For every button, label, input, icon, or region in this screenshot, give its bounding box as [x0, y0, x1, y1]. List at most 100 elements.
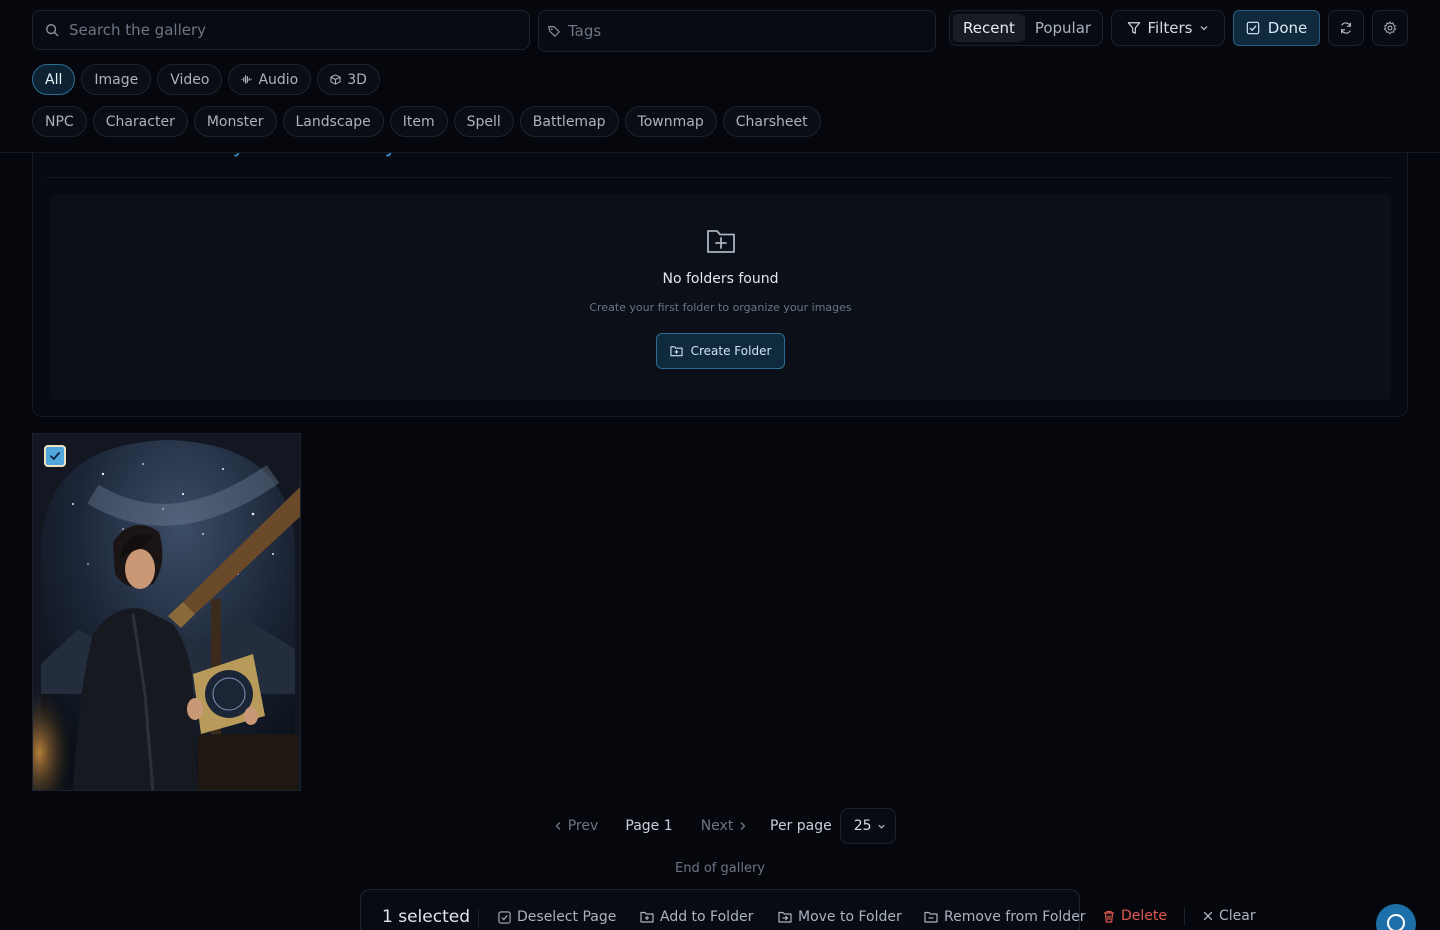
chip-monster[interactable]: Monster — [193, 106, 277, 137]
checkbox-icon — [498, 910, 511, 924]
chip-label: 3D — [347, 71, 367, 88]
astronomer-artwork — [33, 434, 300, 790]
filters-button[interactable]: Filters — [1111, 10, 1225, 46]
chip-charsheet[interactable]: Charsheet — [722, 106, 821, 137]
add-to-folder-button[interactable]: Add to Folder — [640, 909, 753, 925]
chip-battlemap[interactable]: Battlemap — [519, 106, 619, 137]
per-page-select[interactable]: 25 — [839, 808, 896, 844]
refresh-button[interactable] — [1328, 10, 1364, 46]
empty-subtitle: Create your first folder to organize you… — [589, 301, 852, 314]
delete-button[interactable]: Delete — [1103, 908, 1167, 924]
divider — [1184, 908, 1185, 926]
filters-label: Filters — [1147, 19, 1193, 37]
divider — [478, 909, 479, 927]
chevron-left-icon — [555, 822, 561, 830]
gallery-image-card[interactable] — [32, 433, 301, 791]
chip-item[interactable]: Item — [389, 106, 448, 137]
checkbox-icon — [1246, 21, 1260, 35]
divider — [46, 177, 1390, 178]
folder-plus-icon — [640, 911, 654, 923]
chevron-down-icon — [1200, 26, 1208, 31]
empty-title: No folders found — [662, 271, 779, 287]
chip-label: Video — [170, 71, 210, 88]
per-page-value: 25 — [853, 818, 872, 834]
filter-icon — [1127, 22, 1140, 34]
folder-plus-icon — [669, 346, 683, 357]
chip-label: Charsheet — [735, 113, 808, 130]
deselect-page-button[interactable]: Deselect Page — [498, 909, 616, 925]
sort-toggle: Recent Popular — [949, 10, 1103, 46]
prev-button[interactable]: Prev — [540, 818, 612, 834]
chip-label: Monster — [206, 113, 264, 130]
chip-label: Battlemap — [532, 113, 606, 130]
chip-label: Landscape — [295, 113, 371, 130]
chip-3d[interactable]: 3D — [317, 64, 380, 95]
trash-icon — [1104, 910, 1114, 923]
move-to-folder-label: Move to Folder — [798, 909, 902, 925]
close-icon — [1203, 911, 1213, 921]
chevron-right-icon — [740, 822, 746, 830]
chip-label: Character — [105, 113, 175, 130]
chip-label: NPC — [45, 113, 74, 130]
chip-audio[interactable]: Audio — [228, 64, 312, 95]
next-button[interactable]: Next — [686, 818, 762, 834]
search-placeholder: Search the gallery — [69, 21, 207, 39]
check-icon — [50, 452, 60, 460]
folders-empty-state: No folders found Create your first folde… — [50, 194, 1391, 400]
selected-count: 1 selected — [382, 907, 470, 927]
chip-all[interactable]: All — [32, 64, 76, 95]
per-page-label: Per page — [770, 818, 832, 834]
chat-launcher-button[interactable] — [1376, 904, 1416, 930]
folder-panel: Home › Academy Evidence 30 Jul 2025 No f… — [32, 120, 1408, 417]
end-of-gallery-text: End of gallery — [675, 861, 765, 876]
chip-label: Spell — [466, 113, 501, 130]
chip-image[interactable]: Image — [81, 64, 152, 95]
add-to-folder-label: Add to Folder — [660, 909, 754, 925]
search-icon — [46, 24, 59, 37]
done-label: Done — [1267, 19, 1308, 37]
clear-selection-button[interactable]: Clear — [1203, 908, 1256, 924]
sort-popular-button[interactable]: Popular — [1025, 14, 1101, 42]
settings-button[interactable] — [1372, 10, 1408, 46]
create-folder-label: Create Folder — [690, 344, 772, 358]
remove-from-folder-label: Remove from Folder — [944, 909, 1086, 925]
move-to-folder-button[interactable]: Move to Folder — [778, 909, 902, 925]
chip-video[interactable]: Video — [157, 64, 223, 95]
create-folder-button[interactable]: Create Folder — [656, 333, 785, 369]
chip-townmap[interactable]: Townmap — [624, 106, 717, 137]
gallery-toolbar: Search the gallery Tags Recent Popular F… — [0, 0, 1440, 153]
cube-icon — [330, 74, 341, 85]
chat-icon — [1387, 914, 1405, 930]
prev-label: Prev — [567, 818, 599, 834]
chip-landscape[interactable]: Landscape — [282, 106, 384, 137]
tags-input[interactable]: Tags — [538, 10, 936, 52]
page-indicator: Page 1 — [625, 818, 673, 834]
chip-character[interactable]: Character — [92, 106, 188, 137]
tags-placeholder: Tags — [568, 22, 602, 40]
chip-npc[interactable]: NPC — [32, 106, 87, 137]
media-type-filters: All Image Video Audio 3D — [32, 64, 380, 95]
folder-move-icon — [778, 911, 792, 923]
select-checkbox[interactable] — [44, 445, 66, 467]
delete-label: Delete — [1121, 908, 1167, 924]
folder-plus-icon — [707, 230, 735, 253]
chip-label: Audio — [258, 71, 299, 88]
category-filters: NPC Character Monster Landscape Item Spe… — [32, 106, 821, 137]
remove-from-folder-button[interactable]: Remove from Folder — [924, 909, 1086, 925]
chip-label: Item — [402, 113, 435, 130]
clear-label: Clear — [1219, 908, 1256, 924]
sort-recent-button[interactable]: Recent — [953, 14, 1025, 42]
chip-label: Image — [94, 71, 139, 88]
tag-icon — [548, 26, 560, 37]
done-button[interactable]: Done — [1233, 10, 1320, 46]
chip-spell[interactable]: Spell — [453, 106, 514, 137]
deselect-page-label: Deselect Page — [517, 909, 617, 925]
chevron-down-icon — [878, 824, 885, 829]
gear-icon — [1383, 21, 1397, 35]
pagination: Prev Page 1 Next Per page 25 — [540, 808, 896, 844]
bulk-action-bar: 1 selected Deselect Page Add to Folder M… — [360, 889, 1086, 930]
next-label: Next — [700, 818, 734, 834]
chip-label: Townmap — [637, 113, 704, 130]
search-input[interactable]: Search the gallery — [32, 10, 530, 50]
audio-icon — [241, 75, 253, 84]
